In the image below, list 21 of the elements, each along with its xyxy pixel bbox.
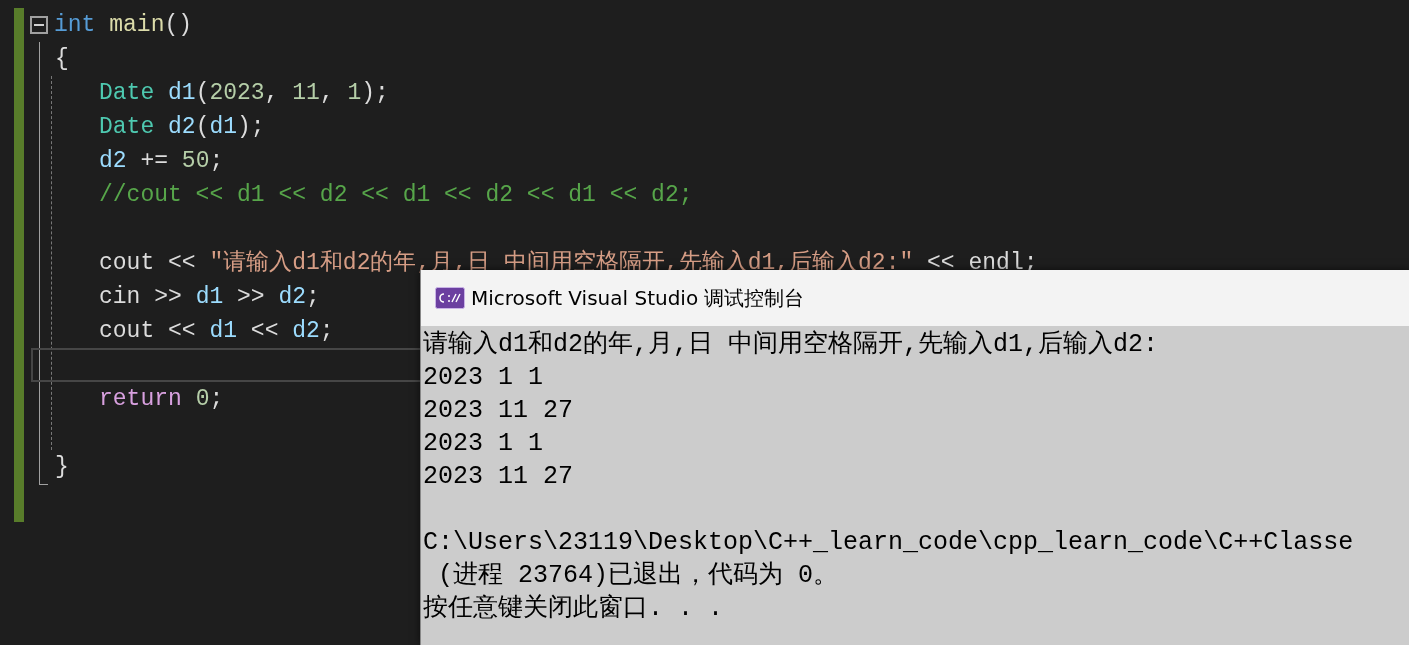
- code-line: d2 += 50;: [99, 147, 224, 176]
- code-line: }: [55, 453, 69, 482]
- code-line: return 0;: [99, 385, 224, 414]
- console-output-line: (进程 23764)已退出，代码为 0。: [437, 560, 840, 592]
- console-output-line: 2023 11 27: [423, 395, 575, 427]
- code-line: cout << d1 << d2;: [99, 317, 334, 346]
- console-output-line: 2023 1 1: [423, 428, 545, 460]
- code-line: {: [55, 45, 69, 74]
- code-line: Date d1(2023, 11, 1);: [99, 79, 389, 108]
- window-title: Microsoft Visual Studio 调试控制台: [471, 284, 805, 312]
- console-output-line: 2023 11 27: [423, 461, 575, 493]
- console-output-line: 2023 1 1: [423, 362, 545, 394]
- code-line: Date d2(d1);: [99, 113, 265, 142]
- console-output-line: C:\Users\23119\Desktop\C++_learn_code\cpp_learn_code\C++Classe: [423, 527, 1355, 559]
- code-line: int main(): [54, 11, 193, 40]
- console-output-line: 请输入d1和d2的年,月,日 中间用空格隔开,先输入d1,后输入d2:: [423, 329, 1160, 361]
- code-line: //cout << d1 << d2 << d1 << d2 << d1 << d2;: [99, 181, 693, 210]
- code-line: cin >> d1 >> d2;: [99, 283, 320, 312]
- console-icon: [435, 287, 465, 309]
- console-output-line: 按任意键关闭此窗口. . .: [423, 593, 724, 625]
- collapse-icon[interactable]: [30, 16, 48, 34]
